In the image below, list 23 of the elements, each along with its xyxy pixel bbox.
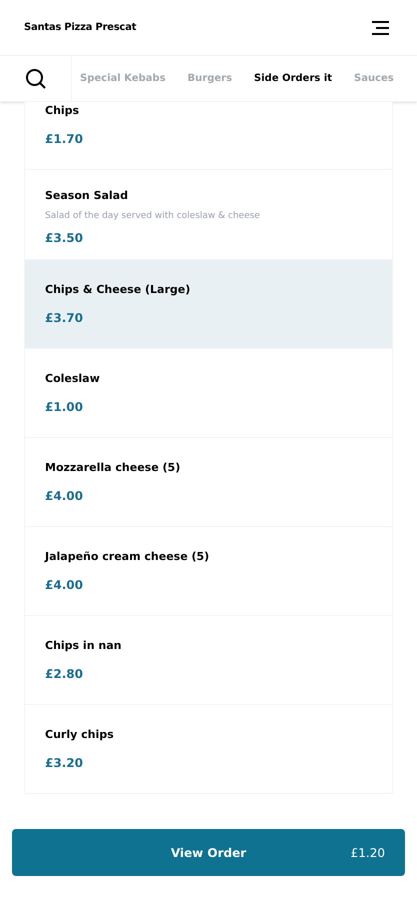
order-total: £1.20 xyxy=(350,844,385,862)
item-price: £2.80 xyxy=(45,666,84,682)
item-name: Chips xyxy=(45,103,80,119)
item-name: Jalapeño cream cheese (5) xyxy=(45,549,210,565)
menu-icon[interactable] xyxy=(372,20,389,34)
item-price: £1.00 xyxy=(45,398,84,416)
menu-item[interactable]: Chips & Cheese (Large) £3.70 xyxy=(25,260,392,349)
item-price: £1.70 xyxy=(45,130,84,148)
category-tab[interactable]: Side Orders it xyxy=(254,71,332,86)
item-description: Salad of the day served with coleslaw & cheese xyxy=(45,210,261,222)
item-price: £3.50 xyxy=(45,230,84,247)
item-name: Chips & Cheese (Large) xyxy=(45,282,192,298)
item-name: Coleslaw xyxy=(45,371,101,387)
view-order-button[interactable]: View Order £1.20 xyxy=(12,829,405,876)
restaurant-title: Santas Pizza Prescat xyxy=(24,21,136,35)
item-name: Season Salad xyxy=(45,188,129,204)
item-price: £3.70 xyxy=(45,310,84,326)
item-price: £4.00 xyxy=(45,488,84,504)
item-name: Chips in nan xyxy=(45,638,122,654)
item-name: Curly chips xyxy=(45,727,115,743)
item-name: Mozzarella cheese (5) xyxy=(45,460,182,476)
item-price: £3.20 xyxy=(45,754,84,772)
item-price: £4.00 xyxy=(45,576,84,594)
